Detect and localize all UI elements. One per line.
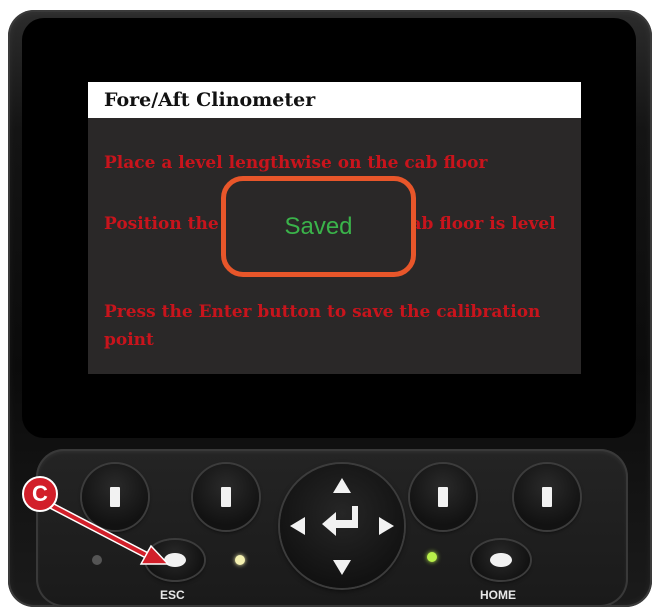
esc-button[interactable] bbox=[146, 540, 204, 580]
right-arrow-icon[interactable] bbox=[379, 517, 394, 535]
callout-c: C bbox=[22, 476, 58, 512]
softkey-3-icon bbox=[438, 487, 448, 507]
instruction-3: Press the Enter button to save the calib… bbox=[104, 302, 541, 350]
display-screen: Fore/Aft Clinometer Place a level length… bbox=[88, 82, 581, 374]
navigation-dpad bbox=[280, 464, 404, 588]
saved-popup: Saved bbox=[221, 176, 416, 277]
home-button-icon bbox=[490, 553, 512, 567]
saved-popup-text: Saved bbox=[284, 212, 353, 240]
softkey-1-icon bbox=[110, 487, 120, 507]
up-arrow-icon[interactable] bbox=[333, 478, 351, 493]
softkey-4-icon bbox=[542, 487, 552, 507]
home-label: HOME bbox=[480, 588, 516, 602]
enter-icon[interactable] bbox=[318, 502, 366, 542]
softkey-1[interactable] bbox=[82, 464, 148, 530]
led-middle bbox=[235, 555, 245, 565]
left-arrow-icon[interactable] bbox=[290, 517, 305, 535]
screen-title: Fore/Aft Clinometer bbox=[88, 82, 581, 118]
led-right bbox=[427, 552, 437, 562]
softkey-4[interactable] bbox=[514, 464, 580, 530]
led-left bbox=[92, 555, 102, 565]
esc-button-icon bbox=[164, 553, 186, 567]
home-button[interactable] bbox=[472, 540, 530, 580]
instruction-1: Place a level lengthwise on the cab floo… bbox=[104, 153, 488, 173]
softkey-2[interactable] bbox=[193, 464, 259, 530]
down-arrow-icon[interactable] bbox=[333, 560, 351, 575]
softkey-2-icon bbox=[221, 487, 231, 507]
softkey-3[interactable] bbox=[410, 464, 476, 530]
esc-label: ESC bbox=[160, 588, 185, 602]
